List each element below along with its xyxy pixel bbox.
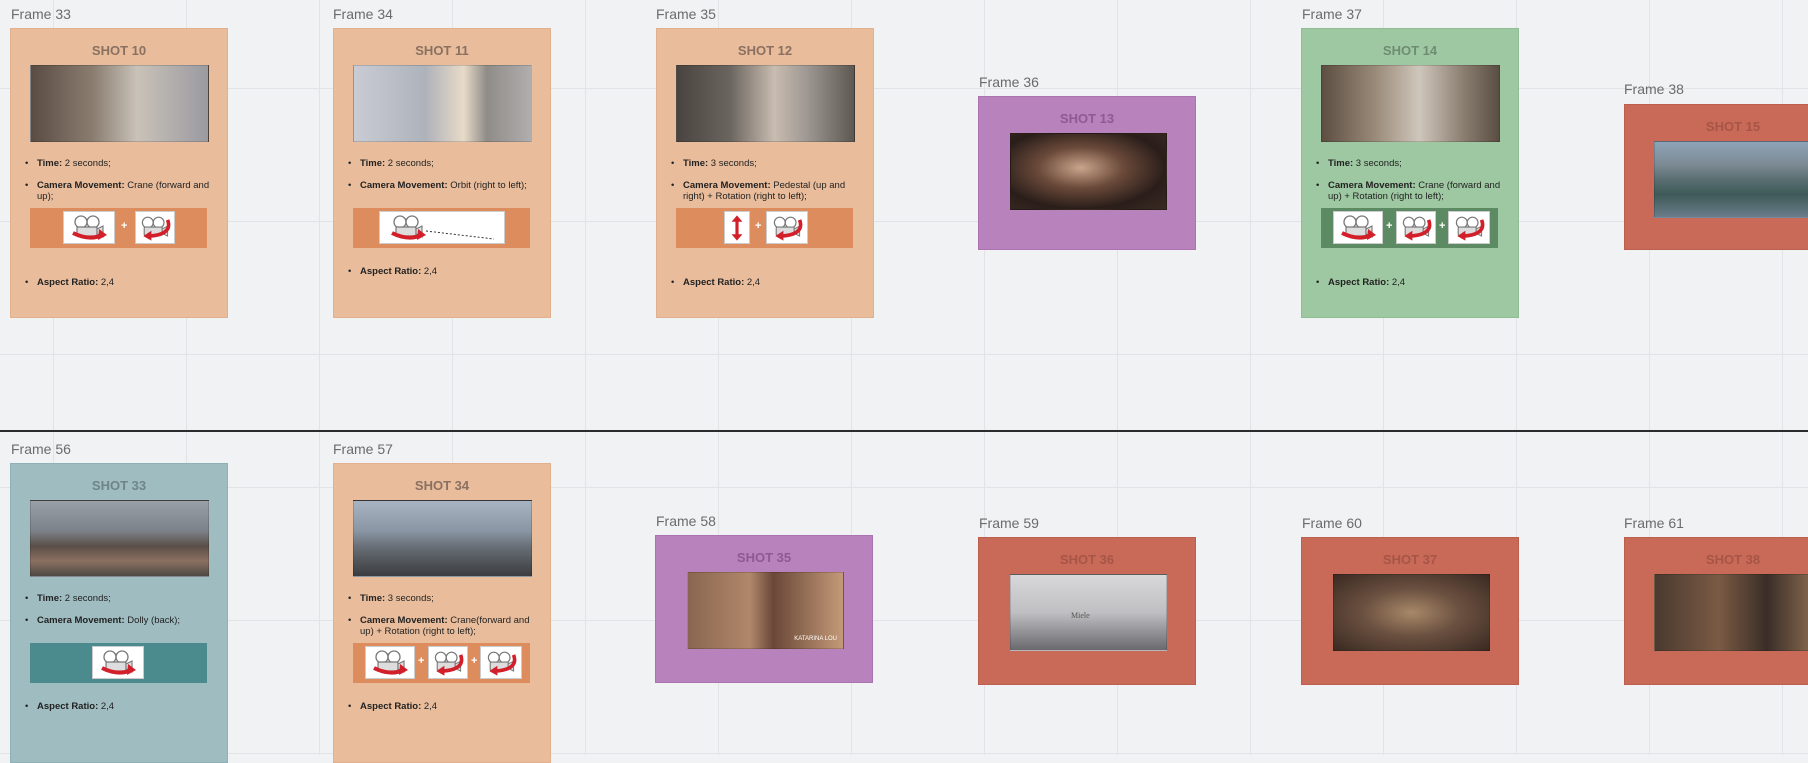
frame-label[interactable]: Frame 61 <box>1624 515 1684 531</box>
shot-thumbnail[interactable]: KATARINA LOU <box>687 572 844 649</box>
aspect-bullet: Aspect Ratio: 2,4 <box>25 701 217 712</box>
time-bullet: Time: 2 seconds; <box>348 158 540 169</box>
shot-thumbnail[interactable] <box>1654 574 1808 651</box>
frame-57-card[interactable]: SHOT 34 Time: 3 seconds; Camera Movement… <box>333 463 551 763</box>
movement-diagram: + <box>676 208 853 248</box>
crane-up-icon <box>1396 211 1436 244</box>
shot-thumbnail[interactable]: Miele <box>1010 574 1167 651</box>
frame-34-card[interactable]: SHOT 11 Time: 2 seconds; Camera Movement… <box>333 28 551 318</box>
shot-title: SHOT 36 <box>1059 552 1115 567</box>
frame-label[interactable]: Frame 58 <box>656 513 716 529</box>
shot-title: SHOT 14 <box>1382 43 1438 58</box>
frame-label[interactable]: Frame 35 <box>656 6 716 22</box>
frame-58-card[interactable]: SHOT 35 KATARINA LOU <box>655 535 873 683</box>
movement-diagram: + + <box>1321 208 1498 248</box>
shot-thumbnail[interactable] <box>30 500 209 577</box>
rotation-icon <box>766 211 808 244</box>
frame-35-card[interactable]: SHOT 12 Time: 3 seconds; Camera Movement… <box>656 28 874 318</box>
shot-title: SHOT 12 <box>737 43 793 58</box>
shot-thumbnail[interactable] <box>1333 574 1490 651</box>
time-bullet: Time: 3 seconds; <box>1316 158 1508 169</box>
rotation-icon <box>480 646 522 679</box>
movement-bullet: Camera Movement: Pedestal (up and right)… <box>671 180 863 202</box>
frame-label[interactable]: Frame 59 <box>979 515 1039 531</box>
frame-label[interactable]: Frame 56 <box>11 441 71 457</box>
frame-37-card[interactable]: SHOT 14 Time: 3 seconds; Camera Movement… <box>1301 28 1519 318</box>
crane-up-icon <box>428 646 468 679</box>
aspect-bullet: Aspect Ratio: 2,4 <box>348 266 540 277</box>
shot-thumbnail[interactable] <box>30 65 209 142</box>
movement-bullet: Camera Movement: Dolly (back); <box>25 615 217 626</box>
time-bullet: Time: 3 seconds; <box>671 158 863 169</box>
frame-label[interactable]: Frame 34 <box>333 6 393 22</box>
frame-56-card[interactable]: SHOT 33 Time: 2 seconds; Camera Movement… <box>10 463 228 763</box>
shot-thumbnail[interactable] <box>1321 65 1500 142</box>
aspect-bullet: Aspect Ratio: 2,4 <box>1316 277 1508 288</box>
shot-thumbnail[interactable] <box>676 65 855 142</box>
plus-sign: + <box>1386 220 1393 232</box>
brand-logo: Miele <box>1071 611 1090 620</box>
movement-bullet: Camera Movement: Crane(forward and up) +… <box>348 615 540 637</box>
orbit-icon <box>379 211 505 244</box>
rotation-icon <box>1448 211 1490 244</box>
shot-thumbnail[interactable] <box>1010 133 1167 210</box>
shot-title: SHOT 35 <box>736 550 792 565</box>
movement-bullet: Camera Movement: Crane (forward and up) … <box>1316 180 1508 202</box>
aspect-bullet: Aspect Ratio: 2,4 <box>348 701 540 712</box>
row-divider <box>0 430 1808 432</box>
frame-61-card[interactable]: SHOT 38 <box>1624 537 1808 685</box>
pedestal-icon <box>724 211 750 244</box>
shot-title: SHOT 10 <box>91 43 147 58</box>
frame-38-card[interactable]: SHOT 15 <box>1624 104 1808 250</box>
dolly-icon <box>92 646 144 679</box>
frame-60-card[interactable]: SHOT 37 <box>1301 537 1519 685</box>
crane-icon <box>365 646 415 679</box>
aspect-bullet: Aspect Ratio: 2,4 <box>25 277 217 288</box>
frame-59-card[interactable]: SHOT 36 Miele <box>978 537 1196 685</box>
shot-title: SHOT 34 <box>414 478 470 493</box>
movement-bullet: Camera Movement: Crane (forward and up); <box>25 180 217 202</box>
crane-icon <box>1333 211 1383 244</box>
movement-bullet: Camera Movement: Orbit (right to left); <box>348 180 540 191</box>
canvas-grid <box>0 0 1808 755</box>
shot-thumbnail[interactable] <box>353 500 532 577</box>
movement-diagram: + <box>30 208 207 248</box>
shot-title: SHOT 15 <box>1705 119 1761 134</box>
frame-label[interactable]: Frame 36 <box>979 74 1039 90</box>
plus-sign: + <box>418 655 425 667</box>
crane-icon <box>63 211 115 244</box>
plus-sign: + <box>471 655 478 667</box>
crane-up-icon <box>135 211 175 244</box>
thumbnail-caption: KATARINA LOU <box>794 636 837 642</box>
shot-title: SHOT 37 <box>1382 552 1438 567</box>
frame-33-card[interactable]: SHOT 10 Time: 2 seconds; Camera Movement… <box>10 28 228 318</box>
movement-diagram <box>353 208 530 248</box>
movement-diagram: + + <box>353 643 530 683</box>
movement-diagram <box>30 643 207 683</box>
frame-label[interactable]: Frame 33 <box>11 6 71 22</box>
aspect-bullet: Aspect Ratio: 2,4 <box>671 277 863 288</box>
frame-label[interactable]: Frame 37 <box>1302 6 1362 22</box>
plus-sign: + <box>1439 220 1446 232</box>
shot-title: SHOT 11 <box>415 43 469 58</box>
shot-thumbnail[interactable] <box>353 65 532 142</box>
frame-36-card[interactable]: SHOT 13 <box>978 96 1196 250</box>
frame-label[interactable]: Frame 38 <box>1624 81 1684 97</box>
frame-label[interactable]: Frame 57 <box>333 441 393 457</box>
shot-title: SHOT 38 <box>1705 552 1761 567</box>
plus-sign: + <box>755 220 762 232</box>
shot-title: SHOT 33 <box>91 478 147 493</box>
shot-title: SHOT 13 <box>1059 111 1115 126</box>
shot-thumbnail[interactable] <box>1654 141 1808 218</box>
time-bullet: Time: 2 seconds; <box>25 593 217 604</box>
frame-label[interactable]: Frame 60 <box>1302 515 1362 531</box>
time-bullet: Time: 3 seconds; <box>348 593 540 604</box>
plus-sign: + <box>121 220 128 232</box>
time-bullet: Time: 2 seconds; <box>25 158 217 169</box>
